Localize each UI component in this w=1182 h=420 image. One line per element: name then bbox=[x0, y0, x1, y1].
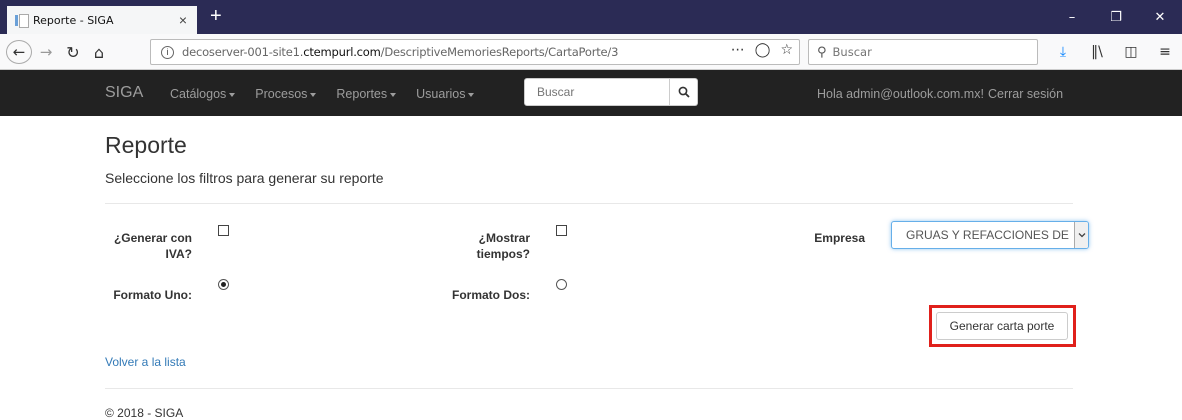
browser-search-input[interactable] bbox=[832, 45, 1023, 59]
home-icon[interactable]: ⌂ bbox=[88, 40, 110, 64]
back-to-list-link[interactable]: Volver a la lista bbox=[105, 355, 186, 369]
browser-search-bar[interactable]: ⚲ bbox=[808, 39, 1038, 65]
tiempos-label: ¿Mostrar tiempos? bbox=[476, 231, 530, 261]
menu-catalogos[interactable]: Catálogos bbox=[170, 87, 236, 101]
back-arrow-icon[interactable]: ← bbox=[6, 40, 32, 64]
formato-dos-label: Formato Dos: bbox=[452, 288, 530, 302]
formato-uno-radio[interactable] bbox=[218, 279, 229, 290]
page-title: Reporte bbox=[105, 132, 187, 158]
main-menu: Catálogos Procesos Reportes Usuarios bbox=[170, 87, 494, 101]
page-subtitle: Seleccione los filtros para generar su r… bbox=[105, 170, 384, 186]
bookmark-star-icon[interactable]: ☆ bbox=[780, 42, 793, 58]
download-icon[interactable]: ⤓ bbox=[1046, 40, 1080, 64]
caret-down-icon bbox=[468, 92, 475, 97]
browser-tab[interactable]: Reporte - SIGA × bbox=[7, 6, 197, 34]
url-actions: ⋯ ◯ ☆ bbox=[731, 42, 793, 58]
caret-down-icon bbox=[390, 92, 397, 97]
chevron-down-icon[interactable] bbox=[1074, 222, 1088, 248]
address-bar[interactable]: i decoserver-001-site1.ctempurl.com/Desc… bbox=[150, 39, 800, 65]
tab-close-icon[interactable]: × bbox=[179, 12, 187, 28]
new-tab-button[interactable]: + bbox=[210, 4, 222, 28]
menu-usuarios[interactable]: Usuarios bbox=[416, 87, 475, 101]
caret-down-icon bbox=[310, 92, 317, 97]
pocket-icon[interactable]: ◯ bbox=[755, 42, 771, 58]
empresa-selected-value: GRUAS Y REFACCIONES DE bbox=[906, 228, 1069, 242]
url-text: decoserver-001-site1.ctempurl.com/Descri… bbox=[182, 45, 619, 59]
caret-down-icon bbox=[229, 92, 236, 97]
formato-uno-label: Formato Uno: bbox=[113, 288, 192, 302]
empresa-label: Empresa bbox=[814, 231, 865, 245]
site-search-input[interactable] bbox=[524, 78, 670, 106]
page-favicon-icon bbox=[15, 13, 29, 28]
menu-reportes[interactable]: Reportes bbox=[336, 87, 397, 101]
search-icon bbox=[678, 86, 690, 98]
footer-text: © 2018 - SIGA bbox=[105, 406, 184, 420]
site-info-icon[interactable]: i bbox=[161, 45, 174, 59]
site-search bbox=[524, 78, 698, 106]
generate-carta-porte-button[interactable]: Generar carta porte bbox=[936, 312, 1068, 340]
window-controls: – ❐ ✕ bbox=[1050, 0, 1182, 34]
browser-tab-strip: Reporte - SIGA × + – ❐ ✕ bbox=[0, 0, 1182, 34]
page-actions-icon[interactable]: ⋯ bbox=[731, 42, 745, 58]
divider bbox=[105, 388, 1073, 389]
brand-link[interactable]: SIGA bbox=[105, 84, 143, 102]
browser-right-tools: ⤓ ‖\ ◫ ≡ bbox=[1046, 40, 1182, 64]
browser-toolbar: ← → ↻ ⌂ i decoserver-001-site1.ctempurl.… bbox=[0, 34, 1182, 70]
user-greeting[interactable]: Hola admin@outlook.com.mx! bbox=[817, 87, 984, 101]
site-search-button[interactable] bbox=[670, 78, 698, 106]
restore-icon[interactable]: ❐ bbox=[1094, 0, 1138, 34]
site-navbar: SIGA Catálogos Procesos Reportes Usuario… bbox=[0, 70, 1182, 116]
window-close-icon[interactable]: ✕ bbox=[1138, 0, 1182, 34]
menu-procesos[interactable]: Procesos bbox=[255, 87, 317, 101]
empresa-select[interactable]: GRUAS Y REFACCIONES DE bbox=[891, 221, 1089, 249]
search-icon: ⚲ bbox=[817, 44, 827, 60]
sidebar-icon[interactable]: ◫ bbox=[1114, 40, 1148, 64]
tiempos-checkbox[interactable] bbox=[556, 225, 567, 236]
formato-dos-radio[interactable] bbox=[556, 279, 567, 290]
divider bbox=[105, 203, 1073, 204]
tab-title: Reporte - SIGA bbox=[33, 13, 114, 27]
reload-icon[interactable]: ↻ bbox=[62, 40, 84, 64]
iva-label: ¿Generar con IVA? bbox=[113, 231, 192, 261]
hamburger-menu-icon[interactable]: ≡ bbox=[1148, 40, 1182, 64]
library-icon[interactable]: ‖\ bbox=[1080, 40, 1114, 64]
iva-checkbox[interactable] bbox=[218, 225, 229, 236]
forward-arrow-icon[interactable]: → bbox=[36, 40, 56, 64]
minimize-icon[interactable]: – bbox=[1050, 0, 1094, 34]
logout-link[interactable]: Cerrar sesión bbox=[988, 87, 1063, 101]
